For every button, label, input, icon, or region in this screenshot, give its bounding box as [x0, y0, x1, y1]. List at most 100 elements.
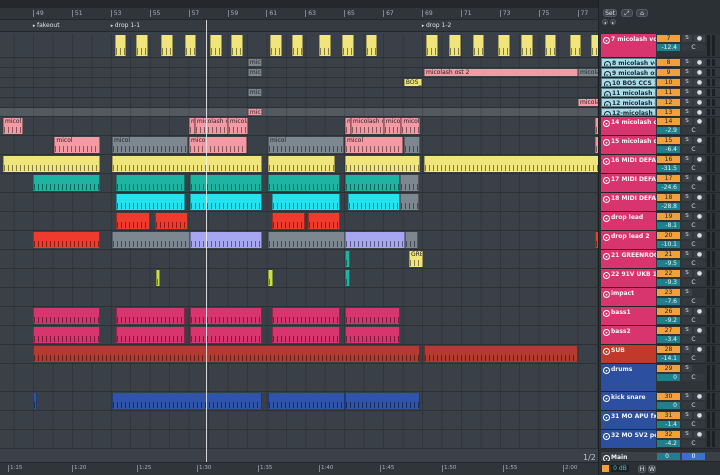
clip[interactable] [404, 137, 421, 153]
clip[interactable] [189, 327, 262, 343]
track-pan[interactable]: C [682, 336, 705, 343]
track-lane[interactable] [0, 155, 598, 174]
fold-down-icon[interactable]: ▾ [603, 395, 610, 402]
arm-record-icon[interactable]: ● [694, 308, 705, 315]
clip[interactable] [111, 232, 190, 248]
solo-button[interactable]: S [682, 251, 692, 258]
solo-button[interactable]: S [682, 99, 692, 106]
track-pan[interactable]: C [682, 165, 705, 172]
track-header[interactable]: ▾ bass2 27 S ● -3.4 C [601, 326, 720, 345]
track-volume[interactable]: -6.4 [657, 146, 680, 153]
track-lane[interactable]: micol [0, 108, 598, 117]
main-track-header[interactable]: ▾ Main 0 0 [601, 452, 720, 462]
clip[interactable] [184, 35, 197, 56]
clip[interactable] [270, 35, 282, 56]
track-header[interactable]: ▾22 91V UKB 1422S● -9.3C [601, 269, 720, 288]
main-volume[interactable]: 0 [657, 453, 680, 460]
nav-right-button[interactable]: ▸ [610, 19, 616, 25]
clip[interactable]: GREE [408, 251, 423, 267]
arm-record-icon[interactable]: ● [694, 251, 705, 258]
fold-down-icon[interactable]: ▾ [603, 215, 610, 222]
clip[interactable] [116, 308, 185, 324]
expand-right-icon[interactable]: ▸ [604, 71, 611, 76]
locator-lane[interactable]: fakeout drop 1-1 drop 1-2 [0, 20, 598, 32]
clip[interactable] [344, 175, 400, 191]
clip[interactable]: micolas [227, 118, 248, 134]
fold-down-icon[interactable]: ▾ [603, 329, 610, 336]
track-name-cell[interactable]: ▾ kick snare [601, 392, 656, 410]
track-header[interactable]: ▸8 micolash voic8S● [601, 58, 720, 68]
clip[interactable] [33, 346, 421, 362]
track-name-cell[interactable]: ▾15 micolash ost [601, 136, 656, 154]
locator-fakeout[interactable]: fakeout [33, 22, 60, 29]
clip[interactable] [472, 35, 485, 56]
clip[interactable] [272, 308, 340, 324]
clip[interactable] [425, 35, 438, 56]
track-number-activator[interactable]: 32 [657, 431, 680, 438]
track-volume[interactable]: 0 [657, 374, 680, 381]
cue-icon[interactable] [602, 465, 609, 472]
h-button[interactable]: H [638, 465, 646, 473]
fold-down-icon[interactable]: ▾ [603, 272, 610, 279]
clip[interactable] [33, 393, 37, 409]
track-header[interactable]: ▾ kick snare 30 S ● 0 C [601, 392, 720, 411]
clip[interactable] [116, 327, 185, 343]
track-name-cell[interactable]: ▾ bass1 [601, 307, 656, 325]
track-volume[interactable]: -28.8 [657, 203, 680, 210]
track-lane[interactable] [0, 392, 598, 411]
solo-button[interactable]: S [682, 156, 692, 163]
main-pan[interactable]: 0 [682, 453, 705, 460]
fold-down-icon[interactable]: ▾ [603, 37, 610, 44]
clip[interactable] [267, 393, 345, 409]
track-header[interactable]: ▾ drop lead 2 20 S ● -10.1 C [601, 231, 720, 250]
clip[interactable]: micol [3, 118, 24, 134]
track-header[interactable]: ▸11 micolash ost11S● [601, 88, 720, 98]
w-button[interactable]: W [648, 465, 656, 473]
arm-record-icon[interactable]: ● [694, 346, 705, 353]
track-volume[interactable]: -24.6 [657, 184, 680, 191]
expand-right-icon[interactable]: ▸ [604, 81, 611, 86]
track-name-cell[interactable]: ▾16 MIDI DEFAUL [601, 155, 656, 173]
solo-button[interactable]: S [682, 232, 692, 239]
clip[interactable] [423, 346, 578, 362]
track-header[interactable]: ▾17 MIDI DEFAUL17S● -24.6C [601, 174, 720, 193]
track-name-cell[interactable]: ▸ 9 micolash ost [601, 68, 656, 77]
track-volume[interactable]: -10.1 [657, 241, 680, 248]
track-header[interactable]: ▾ 32 MO SV2 pe 32 S ● -4.2 C [601, 430, 720, 449]
track-pan[interactable]: C [682, 279, 705, 286]
clip[interactable] [154, 213, 188, 229]
clip[interactable] [365, 35, 378, 56]
track-volume[interactable]: -3.4 [657, 336, 680, 343]
fold-down-icon[interactable]: ▾ [603, 177, 610, 184]
fold-down-icon[interactable]: ▾ [603, 414, 610, 421]
track-name-cell[interactable]: ▾22 91V UKB 14 [601, 269, 656, 287]
clip[interactable] [348, 194, 400, 210]
track-name-cell[interactable]: ▾ drop lead [601, 212, 656, 230]
track-pan[interactable]: C [682, 44, 705, 51]
track-volume[interactable]: -2.9 [657, 127, 680, 134]
clip[interactable]: micol [247, 59, 262, 66]
clip[interactable] [405, 232, 419, 248]
clip[interactable] [272, 194, 340, 210]
track-number-activator[interactable]: 15 [657, 137, 680, 144]
track-name-cell[interactable]: ▾ 31 MO APU fx [601, 411, 656, 429]
solo-button[interactable]: S [682, 327, 692, 334]
clip[interactable]: micolas [401, 118, 421, 134]
expand-right-icon[interactable]: ▸ [604, 111, 611, 115]
track-header[interactable]: ▸10 BOS CCS 1210S● [601, 78, 720, 88]
track-number-activator[interactable]: 31 [657, 412, 680, 419]
track-header[interactable]: ▾ SUB 28 S ● -14.1 C [601, 345, 720, 364]
clip[interactable] [400, 194, 420, 210]
clip[interactable]: micol [54, 137, 100, 153]
clip[interactable] [267, 270, 273, 286]
track-lane[interactable] [0, 193, 598, 212]
track-header[interactable]: ▾18 MIDI DEFAUL18S● -28.8C [601, 193, 720, 212]
fold-down-icon[interactable]: ▾ [603, 310, 610, 317]
track-number-activator[interactable]: 28 [657, 346, 680, 353]
track-number-activator[interactable]: 20 [657, 232, 680, 239]
track-number-activator[interactable]: 29 [657, 365, 680, 372]
track-number-activator[interactable]: 27 [657, 327, 680, 334]
clip[interactable] [111, 393, 262, 409]
clip[interactable] [111, 156, 262, 172]
track-lane[interactable] [0, 34, 598, 58]
